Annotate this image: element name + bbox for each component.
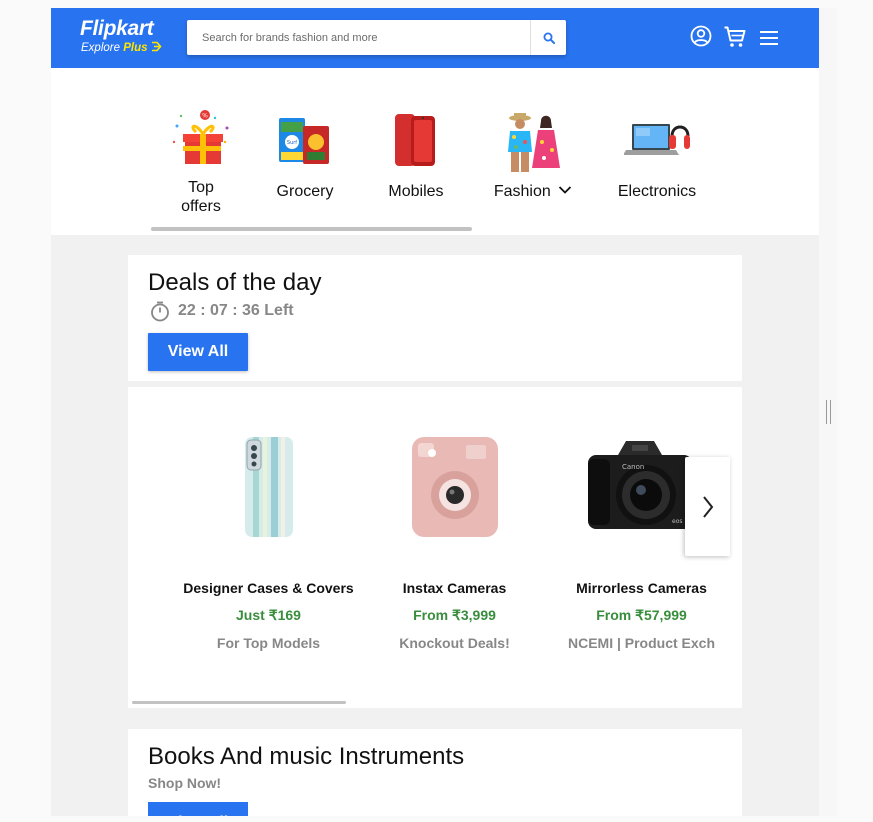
search-bar [187,20,566,55]
chevron-down-icon[interactable] [558,185,572,195]
product-name: Designer Cases & Covers [183,580,354,596]
search-icon [543,32,555,44]
product-price: From ₹3,999 [413,607,496,623]
category-scroll-indicator[interactable] [151,227,472,231]
page: Flipkart Explore Plus % [51,8,819,816]
books-music-section: Books And music Instruments Shop Now! Vi… [128,729,742,816]
hamburger-menu-icon[interactable] [757,26,781,50]
svg-text:eos: eos [672,518,683,525]
carousel-scroll-indicator[interactable] [132,701,346,704]
category-strip: % Top offers Surf Grocery Mobiles Fashio… [51,68,819,235]
product-name: Mirrorless Cameras [576,580,707,596]
fashion-label-text: Fashion [493,183,551,200]
category-top-offers[interactable]: % Top offers [165,108,237,216]
product-card[interactable]: Instax Cameras From ₹3,999 Knockout Deal… [362,427,547,651]
books-subtitle: Shop Now! [148,775,222,791]
deals-title: Deals of the day [148,269,322,296]
mobile-phone-icon [395,114,435,166]
phone-case-image [176,427,361,547]
cart-icon[interactable] [723,25,747,49]
account-icon[interactable] [689,24,713,48]
svg-text:%: % [202,113,208,120]
product-note: For Top Models [216,635,321,651]
laptop-headphones-icon [624,124,690,155]
chevron-right-icon [702,495,713,518]
search-input[interactable] [187,20,530,55]
resize-handle[interactable] [826,400,831,424]
category-fashion[interactable]: Fashion [493,112,573,201]
product-note: NCEMI | Product Exch [567,635,716,651]
svg-text:Canon: Canon [622,463,644,471]
category-grocery[interactable]: Surf Grocery [273,112,337,201]
logo-tagline: Explore Plus [81,41,162,54]
category-label: Top offers [181,179,221,215]
plus-icon [151,41,162,52]
browser-viewport: Flipkart Explore Plus % [0,0,873,822]
flipkart-logo[interactable]: Flipkart Explore Plus [80,17,170,59]
fashion-icon [508,113,560,172]
product-name: Instax Cameras [402,580,507,596]
logo-sub-text: Explore [81,42,120,54]
gift-offers-icon: % [172,110,229,164]
svg-text:Surf: Surf [287,140,297,146]
product-price: Just ₹169 [236,607,301,623]
category-electronics[interactable]: Electronics [613,118,701,201]
category-label: Fashion [493,182,573,201]
product-price: From ₹57,999 [596,607,687,623]
search-button[interactable] [530,20,566,55]
timer-text: 22 : 07 : 36 Left [178,302,294,319]
category-label: Electronics [617,183,697,200]
books-title: Books And music Instruments [148,743,465,770]
deals-timer: 22 : 07 : 36 Left [149,300,294,322]
category-label: Mobiles [388,183,444,200]
logo-text: Flipkart [80,17,154,40]
deals-of-the-day-header: Deals of the day 22 : 07 : 36 Left View … [128,255,742,381]
grocery-icon: Surf [279,118,329,164]
category-mobiles[interactable]: Mobiles [385,112,447,201]
category-label: Grocery [276,183,334,200]
product-note: Knockout Deals! [399,635,510,651]
header-bar: Flipkart Explore Plus [51,8,819,68]
stopwatch-icon [151,301,169,322]
deals-carousel: Designer Cases & Covers Just ₹169 For To… [128,387,742,708]
deals-view-all-button[interactable]: View All [148,333,248,371]
instax-camera-image [362,427,547,547]
product-card[interactable]: Designer Cases & Covers Just ₹169 For To… [176,427,361,651]
books-view-all-button[interactable]: View All [148,802,248,816]
logo-plus-text: Plus [123,42,148,54]
carousel-next-button[interactable] [685,457,730,556]
